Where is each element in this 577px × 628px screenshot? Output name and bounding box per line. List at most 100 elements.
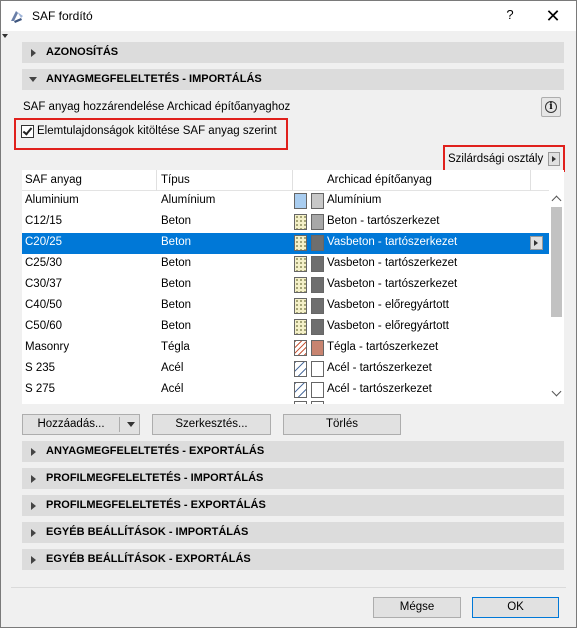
section-label: EGYÉB BEÁLLÍTÁSOK - IMPORTÁLÁS <box>46 526 249 538</box>
table-row[interactable]: C40/50 Beton Vasbeton - előregyártott <box>22 296 549 317</box>
cell-type: Beton <box>161 320 192 332</box>
fill-properties-label: Elemtulajdonságok kitöltése SAF anyag sz… <box>37 125 277 137</box>
play-arrow-icon <box>548 152 560 166</box>
cell-archicad-material: Beton - tartószerkezet <box>327 215 440 227</box>
scroll-thumb[interactable] <box>551 207 562 317</box>
cell-archicad-material: Vasbeton - előregyártott <box>327 299 449 311</box>
vertical-scrollbar[interactable] <box>549 191 564 404</box>
dropdown-arrow-icon[interactable] <box>127 422 135 427</box>
close-button[interactable]: ✕ <box>536 4 570 28</box>
delete-button[interactable]: Törlés <box>283 414 401 435</box>
cell-archicad-material: Acél - tartószerkezet <box>327 383 432 395</box>
cell-archicad-material: Vasbeton - tartószerkezet <box>327 257 458 269</box>
fill-pattern-swatch <box>294 277 307 293</box>
table-row[interactable]: Aluminium Alumínium Alumínium <box>22 191 549 212</box>
cell-type: Beton <box>161 236 192 248</box>
cell-saf-material: C30/37 <box>25 278 63 290</box>
edit-button[interactable]: Szerkesztés... <box>152 414 271 435</box>
material-mapping-table: SAF anyag Típus Archicad építőanyag Alum… <box>22 170 564 404</box>
table-row[interactable]: C50/60 Beton Vasbeton - előregyártott <box>22 317 549 338</box>
surface-color-swatch <box>311 277 324 293</box>
column-header-saf[interactable]: SAF anyag <box>25 174 82 186</box>
column-header-material[interactable]: Archicad építőanyag <box>327 174 432 186</box>
cell-archicad-material: Tégla - tartószerkezet <box>327 341 439 353</box>
surface-color-swatch <box>311 193 324 209</box>
surface-color-swatch <box>311 298 324 314</box>
surface-color-swatch <box>311 340 324 356</box>
surface-color-swatch <box>311 382 324 398</box>
assign-label: SAF anyag hozzárendelése Archicad építőa… <box>23 101 291 113</box>
fill-properties-checkbox[interactable] <box>21 125 34 138</box>
table-row[interactable]: S 235 Acél Acél - tartószerkezet <box>22 359 549 380</box>
chevron-right-icon <box>31 49 36 57</box>
section-other-import[interactable]: EGYÉB BEÁLLÍTÁSOK - IMPORTÁLÁS <box>22 522 564 543</box>
cell-type: Tégla <box>161 341 190 353</box>
chevron-right-icon <box>31 448 36 456</box>
fill-pattern-swatch <box>294 193 307 209</box>
column-header-type[interactable]: Típus <box>161 174 190 186</box>
surface-color-swatch <box>311 214 324 230</box>
cell-saf-material: C40/50 <box>25 299 63 311</box>
chevron-right-icon <box>31 475 36 483</box>
cancel-button[interactable]: Mégse <box>373 597 461 618</box>
section-label: PROFILMEGFELELTETÉS - EXPORTÁLÁS <box>46 499 266 511</box>
section-material-import[interactable]: ANYAGMEGFELELTETÉS - IMPORTÁLÁS <box>22 69 564 90</box>
help-button[interactable]: ? <box>498 7 522 25</box>
cell-type: Beton <box>161 299 192 311</box>
scroll-down-icon[interactable] <box>551 386 562 397</box>
section-label: ANYAGMEGFELELTETÉS - IMPORTÁLÁS <box>46 73 262 85</box>
ok-button[interactable]: OK <box>472 597 559 618</box>
surface-color-swatch <box>311 256 324 272</box>
section-material-export[interactable]: ANYAGMEGFELELTETÉS - EXPORTÁLÁS <box>22 441 564 462</box>
table-row[interactable]: S 275 Acél Acél - tartószerkezet <box>22 380 549 401</box>
table-row[interactable]: C30/37 Beton Vasbeton - tartószerkezet <box>22 275 549 296</box>
table-header: SAF anyag Típus Archicad építőanyag <box>22 170 549 191</box>
section-profile-export[interactable]: PROFILMEGFELELTETÉS - EXPORTÁLÁS <box>22 495 564 516</box>
window-title: SAF fordító <box>32 9 93 23</box>
surface-color-swatch <box>311 235 324 251</box>
cell-saf-material: S 235 <box>25 362 56 374</box>
cell-type: Beton <box>161 257 192 269</box>
cell-saf-material: S 275 <box>25 383 56 395</box>
info-button[interactable]: i <box>541 97 561 117</box>
title-bar: SAF fordító ? ✕ <box>1 1 576 31</box>
info-icon: i <box>545 101 557 113</box>
add-button[interactable]: Hozzáadás... <box>22 414 140 435</box>
surface-color-swatch <box>311 319 324 335</box>
table-row[interactable]: C25/30 Beton Vasbeton - tartószerkezet <box>22 254 549 275</box>
section-label: AZONOSÍTÁS <box>46 46 119 58</box>
cell-archicad-material: Vasbeton - tartószerkezet <box>327 278 458 290</box>
cell-type: Alumínium <box>161 194 216 206</box>
fill-pattern-swatch <box>294 361 307 377</box>
checkmark-icon <box>22 125 33 136</box>
section-label: ANYAGMEGFELELTETÉS - EXPORTÁLÁS <box>46 445 265 457</box>
chevron-right-icon <box>31 529 36 537</box>
section-profile-import[interactable]: PROFILMEGFELELTETÉS - IMPORTÁLÁS <box>22 468 564 489</box>
fill-pattern-swatch <box>294 235 307 251</box>
fill-pattern-swatch <box>294 214 307 230</box>
cell-type: Beton <box>161 215 192 227</box>
cell-saf-material: C25/30 <box>25 257 63 269</box>
split-divider <box>119 417 120 432</box>
cell-saf-material: C50/60 <box>25 320 63 332</box>
section-other-export[interactable]: EGYÉB BEÁLLÍTÁSOK - EXPORTÁLÁS <box>22 549 564 570</box>
table-row[interactable]: Masonry Tégla Tégla - tartószerkezet <box>22 338 549 359</box>
table-row-partial <box>294 401 324 404</box>
strength-class-button[interactable]: Szilárdsági osztály <box>446 150 560 168</box>
table-row[interactable]: C12/15 Beton Beton - tartószerkezet <box>22 212 549 233</box>
section-identification[interactable]: AZONOSÍTÁS <box>22 42 564 63</box>
app-icon <box>11 11 23 23</box>
column-divider[interactable] <box>292 170 293 191</box>
fill-pattern-swatch <box>294 298 307 314</box>
table-row[interactable]: C20/25 Beton Vasbeton - tartószerkezet <box>22 233 549 254</box>
chevron-down-icon <box>29 77 37 82</box>
section-label: PROFILMEGFELELTETÉS - IMPORTÁLÁS <box>46 472 264 484</box>
material-picker-arrow-icon[interactable] <box>530 236 543 250</box>
scroll-up-icon[interactable] <box>551 195 562 206</box>
column-divider[interactable] <box>156 170 157 191</box>
cell-saf-material: C20/25 <box>25 236 63 248</box>
surface-color-swatch <box>311 361 324 377</box>
column-divider[interactable] <box>530 170 531 191</box>
add-button-label: Hozzáadás... <box>37 418 105 430</box>
fill-pattern-swatch <box>294 340 307 356</box>
